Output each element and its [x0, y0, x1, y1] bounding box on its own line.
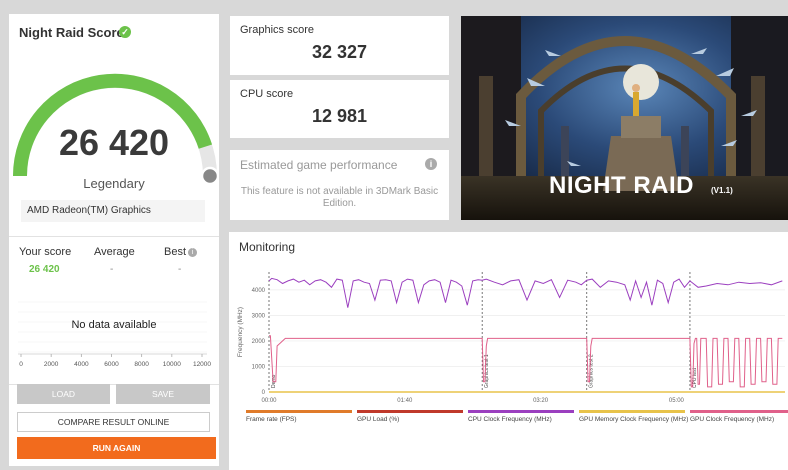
- x-tick-label: 03:20: [533, 398, 549, 404]
- egp-label: Estimated game performance: [240, 158, 398, 172]
- estimated-game-performance-card: Estimated game performance i This featur…: [230, 150, 449, 220]
- legend-swatch: [579, 410, 685, 413]
- cpu-score-label: CPU score: [240, 88, 294, 100]
- average-label: Average: [94, 246, 135, 258]
- load-button[interactable]: LOAD: [17, 384, 110, 404]
- legend-swatch: [690, 410, 788, 413]
- score-card: Night Raid Score ✓ 26 420 Legendary AMD …: [9, 14, 219, 466]
- y-tick-label: 0: [262, 390, 266, 396]
- graphics-score-label: Graphics score: [240, 24, 314, 36]
- score-gauge: [12, 73, 219, 186]
- compare-online-button[interactable]: COMPARE RESULT ONLINE: [17, 412, 210, 432]
- y-tick-label: 3000: [252, 313, 266, 319]
- verified-check-icon: ✓: [119, 26, 131, 38]
- best-label: Best i: [164, 246, 198, 258]
- dist-tick-label: 0: [19, 361, 23, 368]
- best-label-text: Best: [164, 246, 187, 258]
- cpu-score-value: 12 981: [311, 106, 368, 126]
- x-tick-label: 05:00: [669, 398, 685, 404]
- y-axis-label: Frequency (MHz): [237, 307, 244, 357]
- egp-unavailable-text: This feature is not available in 3DMark …: [240, 186, 439, 209]
- dist-tick-label: 8000: [134, 361, 149, 368]
- series-line: [269, 335, 783, 388]
- no-data-message: No data available: [71, 319, 157, 331]
- score-distribution-chart: 0 2000 4000 6000 8000 10000 12000: [18, 301, 211, 368]
- legend-item[interactable]: CPU Clock Frequency (MHz): [468, 416, 552, 423]
- banner-title: NIGHT RAID: [549, 172, 694, 199]
- legend-swatch: [246, 410, 352, 413]
- score-title: Night Raid Score: [19, 25, 124, 40]
- legend-item[interactable]: Frame rate (FPS): [246, 416, 297, 423]
- dist-tick-label: 6000: [104, 361, 119, 368]
- score-tier: Legendary: [83, 176, 145, 191]
- best-value: -: [178, 264, 182, 275]
- series-line: [268, 277, 783, 308]
- legend-item[interactable]: GPU Clock Frequency (MHz): [690, 416, 774, 423]
- legend-item[interactable]: GPU Load (%): [357, 416, 399, 423]
- dist-tick-label: 2000: [44, 361, 59, 368]
- night-raid-banner: NIGHT RAID (V1.1): [461, 16, 788, 220]
- save-button[interactable]: SAVE: [116, 384, 210, 404]
- dist-tick-label: 4000: [74, 361, 89, 368]
- average-value: -: [110, 264, 114, 275]
- legend-item[interactable]: GPU Memory Clock Frequency (MHz): [579, 416, 688, 423]
- cpu-score-card: CPU score 12 981: [230, 80, 449, 138]
- your-score-label: Your score: [19, 246, 72, 258]
- y-tick-label: 2000: [252, 339, 266, 345]
- legend-swatch: [357, 410, 463, 413]
- x-tick-label: 01:40: [397, 398, 413, 404]
- divider: [9, 236, 219, 237]
- x-tick-label: 00:00: [261, 398, 277, 404]
- dist-tick-label: 10000: [163, 361, 181, 368]
- legend-swatch: [468, 410, 574, 413]
- y-tick-label: 1000: [252, 364, 266, 370]
- info-icon[interactable]: i: [425, 158, 437, 170]
- banner-version: (V1.1): [711, 186, 733, 195]
- dist-tick-label: 12000: [193, 361, 211, 368]
- overall-score: 26 420: [58, 122, 170, 163]
- run-again-button[interactable]: RUN AGAIN: [17, 437, 216, 459]
- gpu-name: AMD Radeon(TM) Graphics: [21, 200, 205, 222]
- y-tick-label: 4000: [252, 288, 266, 294]
- info-icon[interactable]: i: [188, 247, 198, 257]
- graphics-score-card: Graphics score 32 327: [230, 16, 449, 75]
- your-score-value: 26 420: [29, 264, 60, 275]
- monitoring-title: Monitoring: [239, 240, 296, 254]
- graphics-score-value: 32 327: [311, 42, 368, 62]
- monitoring-card: Monitoring Demo Graphics test 1 Graphics t…: [229, 232, 788, 470]
